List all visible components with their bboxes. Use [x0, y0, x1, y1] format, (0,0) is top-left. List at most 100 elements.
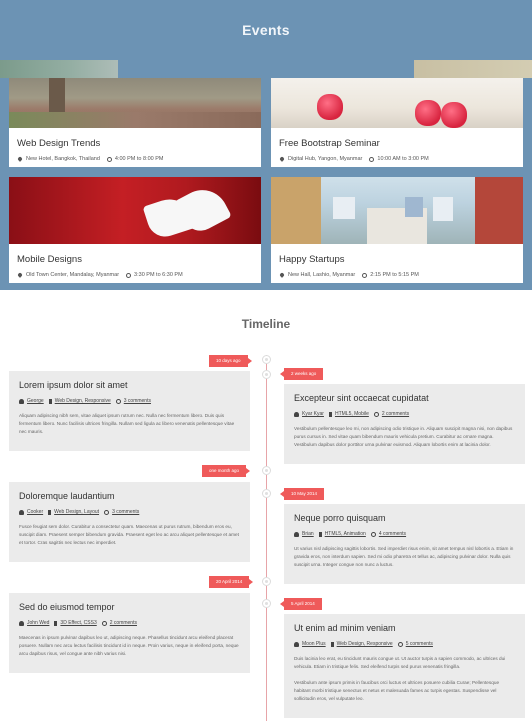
map-marker-icon [17, 272, 23, 278]
comment-icon [115, 398, 121, 404]
event-time: 3:30 PM to 6:30 PM [134, 272, 183, 278]
event-card[interactable]: Happy Startups New Hall, Lashio, Myanmar… [271, 177, 523, 283]
post-author-link[interactable]: Kyar Kyar [302, 411, 324, 417]
timeline-line [266, 355, 267, 721]
post-title-link[interactable]: Excepteur sint occaecat cupidatat [294, 393, 515, 403]
bookmark-icon [54, 620, 58, 626]
decorative-photo-strip [414, 60, 532, 78]
post-title-link[interactable]: Doloremque laudantium [19, 491, 240, 501]
post-author-link[interactable]: Cooker [27, 509, 43, 515]
post-date-badge: 5 April 2014 [280, 598, 322, 610]
timeline-post: Neque porro quisquam Brian HTML5, Animat… [284, 504, 525, 584]
timeline-dot [262, 577, 271, 586]
map-marker-icon [279, 272, 285, 278]
bookmark-icon [318, 531, 322, 537]
event-meta: Digital Hub, Yangon, Myanmar 10:00 AM to… [279, 156, 515, 162]
comment-icon [397, 641, 403, 647]
post-author-link[interactable]: George [27, 398, 44, 404]
bookmark-icon [330, 641, 334, 647]
timeline-post: Ut enim ad minim veniam Moon Plus Web De… [284, 614, 525, 718]
event-meta: New Hall, Lashio, Myanmar 2:15 PM to 5:1… [279, 272, 515, 278]
bookmark-icon [48, 398, 52, 404]
post-title-link[interactable]: Sed do eiusmod tempor [19, 602, 240, 612]
event-location: Old Town Center, Mandalay, Myanmar [26, 272, 120, 278]
bookmark-icon [48, 509, 52, 515]
post-date-badge: 10 May 2014 [279, 488, 325, 500]
post-title-link[interactable]: Neque porro quisquam [294, 513, 515, 523]
post-categories-link[interactable]: 3D Effect, CSS3 [60, 620, 96, 626]
user-icon [19, 509, 24, 515]
event-time: 4:00 PM to 8:00 PM [114, 156, 164, 162]
user-icon [19, 398, 24, 404]
event-location: Digital Hub, Yangon, Myanmar [288, 156, 363, 162]
clock-icon [126, 272, 132, 278]
event-title-link[interactable]: Happy Startups [279, 254, 515, 265]
post-comments-link[interactable]: 2 comments [110, 620, 137, 626]
post-meta: George Web Design, Responsive 3 comments [19, 398, 240, 404]
timeline-post: Lorem ipsum dolor sit amet George Web De… [9, 371, 250, 451]
clock-icon [362, 272, 368, 278]
user-icon [19, 620, 24, 626]
timeline-post: Doloremque laudantium Cooker Web Design,… [9, 482, 250, 562]
comment-icon [370, 531, 376, 537]
comment-icon [101, 620, 107, 626]
post-meta: Cooker Web Design, Layout 3 comments [19, 509, 240, 515]
event-card[interactable]: Free Bootstrap Seminar Digital Hub, Yang… [271, 78, 523, 167]
decorative-photo-strip [0, 60, 118, 78]
post-paragraph: Maecenas in ipsum pulvinar dapibus leo u… [19, 635, 239, 656]
map-marker-icon [17, 156, 23, 162]
post-meta: Brian HTML5, Animation 4 comments [294, 531, 515, 537]
post-comments-link[interactable]: 3 comments [112, 509, 139, 515]
event-title-link[interactable]: Web Design Trends [17, 138, 253, 149]
post-comments-link[interactable]: 2 comments [382, 411, 409, 417]
event-image-raspberries [271, 78, 523, 128]
event-card[interactable]: Web Design Trends New Hotel, Bangkok, Th… [9, 78, 261, 167]
timeline-post: Sed do eiusmod tempor John Wed 3D Effect… [9, 593, 250, 673]
events-title: Events [242, 22, 290, 38]
post-categories-link[interactable]: HTML5, Mobile [335, 411, 369, 417]
event-title-link[interactable]: Free Bootstrap Seminar [279, 138, 515, 149]
post-meta: Moon Plus Web Design, Responsive 5 comme… [294, 641, 515, 647]
event-location: New Hotel, Bangkok, Thailand [26, 156, 100, 162]
post-comments-link[interactable]: 4 comments [379, 531, 406, 537]
post-categories-link[interactable]: Web Design, Responsive [55, 398, 111, 404]
post-paragraph: Vestibulum ante ipsum primis in faucibus… [294, 680, 500, 701]
event-image-park [9, 78, 261, 128]
post-meta: Kyar Kyar HTML5, Mobile 2 comments [294, 411, 515, 417]
bookmark-icon [328, 411, 332, 417]
event-time: 10:00 AM to 3:00 PM [377, 156, 429, 162]
timeline-dot [262, 355, 271, 364]
post-comments-link[interactable]: 3 comments [124, 398, 151, 404]
comment-icon [373, 411, 379, 417]
timeline-post: Excepteur sint occaecat cupidatat Kyar K… [284, 384, 525, 464]
event-meta: New Hotel, Bangkok, Thailand 4:00 PM to … [17, 156, 253, 162]
post-categories-link[interactable]: Web Design, Layout [54, 509, 99, 515]
event-meta: Old Town Center, Mandalay, Myanmar 3:30 … [17, 272, 253, 278]
events-section: Events Web Design Trends New Hotel, Bang… [0, 0, 532, 290]
post-comments-link[interactable]: 5 comments [406, 641, 433, 647]
event-title-link[interactable]: Mobile Designs [17, 254, 253, 265]
clock-icon [369, 156, 375, 162]
timeline-dot [262, 489, 271, 498]
user-icon [294, 641, 299, 647]
timeline-dot [262, 370, 271, 379]
post-paragraph: Duis lacinia leo erat, eu tincidunt maur… [294, 656, 506, 669]
map-marker-icon [279, 156, 285, 162]
event-location: New Hall, Lashio, Myanmar [288, 272, 356, 278]
post-title-link[interactable]: Lorem ipsum dolor sit amet [19, 380, 240, 390]
comment-icon [104, 509, 110, 515]
clock-icon [106, 156, 112, 162]
event-card[interactable]: Mobile Designs Old Town Center, Mandalay… [9, 177, 261, 283]
post-author-link[interactable]: John Wed [27, 620, 49, 626]
event-time: 2:15 PM to 5:15 PM [370, 272, 419, 278]
post-paragraph: Aliquam adipiscing nibh sem, vitae aliqu… [19, 413, 235, 434]
post-categories-link[interactable]: HTML5, Animation [325, 531, 366, 537]
event-image-street [271, 177, 523, 244]
timeline-dot [262, 466, 271, 475]
post-author-link[interactable]: Brian [302, 531, 314, 537]
post-categories-link[interactable]: Web Design, Responsive [337, 641, 393, 647]
post-paragraph: Fusce feugiat sem dolor. Curabitur a con… [19, 524, 239, 545]
user-icon [294, 411, 299, 417]
post-title-link[interactable]: Ut enim ad minim veniam [294, 623, 515, 633]
post-author-link[interactable]: Moon Plus [302, 641, 326, 647]
